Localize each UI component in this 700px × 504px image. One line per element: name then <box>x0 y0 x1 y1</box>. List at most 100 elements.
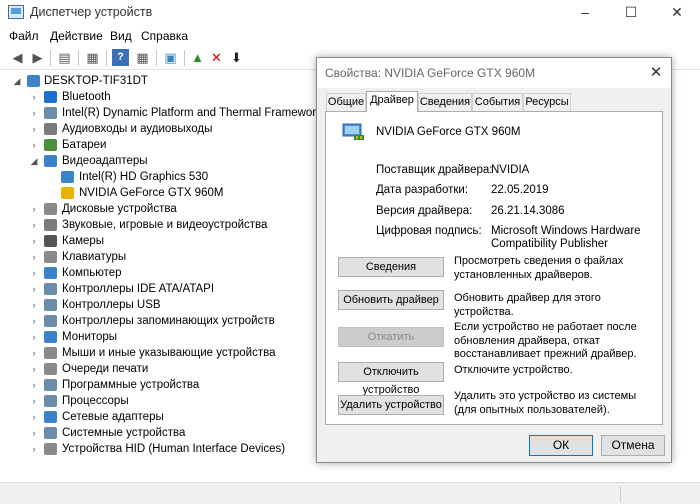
disable-device-description: Отключите устройство. <box>454 364 573 376</box>
expand-arrow-icon[interactable]: › <box>29 345 39 361</box>
help-icon[interactable]: ? <box>112 49 129 66</box>
tree-item[interactable]: ◢ Видеоадаптеры <box>0 153 320 169</box>
collapse-arrow-icon[interactable]: ◢ <box>12 73 22 89</box>
tree-item-label: Сетевые адаптеры <box>62 411 164 423</box>
tree-item[interactable]: › Компьютер <box>0 265 320 281</box>
tree-item-label: Программные устройства <box>62 379 200 391</box>
expand-arrow-icon[interactable]: › <box>29 121 39 137</box>
back-icon[interactable]: ◀ <box>9 49 26 66</box>
expand-arrow-icon[interactable]: › <box>29 105 39 121</box>
tree-item-label: Видеоадаптеры <box>62 155 148 167</box>
display-adapter-icon <box>342 123 364 140</box>
device-tree: ◢ DESKTOP-TIF31DT › Bluetooth › Intel(R) Dy… <box>0 71 322 461</box>
properties-icon[interactable]: ▦ <box>84 49 101 66</box>
tree-item[interactable]: › Intel(R) Dynamic Platform and Thermal F… <box>0 105 322 121</box>
scan-hardware-icon[interactable]: ▣ <box>162 49 179 66</box>
expand-arrow-icon[interactable]: › <box>29 329 39 345</box>
uninstall-device-button[interactable]: Удалить устройство <box>338 395 444 415</box>
device-category-icon <box>44 155 57 167</box>
driver-provider-label: Поставщик драйвера: <box>376 164 493 176</box>
driver-details-button[interactable]: Сведения <box>338 257 444 277</box>
tree-item[interactable]: › Сетевые адаптеры <box>0 409 320 425</box>
expand-arrow-icon[interactable]: › <box>29 137 39 153</box>
device-category-icon <box>44 123 57 135</box>
tree-item[interactable]: › Устройства HID (Human Interface Devices… <box>0 441 320 457</box>
expand-arrow-icon[interactable]: › <box>29 265 39 281</box>
tab-driver[interactable]: Драйвер <box>366 91 418 112</box>
roll-back-driver-button[interactable]: Откатить <box>338 327 444 347</box>
tree-item[interactable]: › Аудиовходы и аудиовыходы <box>0 121 320 137</box>
tree-item[interactable]: › Контроллеры IDE ATA/ATAPI <box>0 281 320 297</box>
toolbar-separator <box>78 50 79 66</box>
expand-arrow-icon[interactable]: › <box>29 201 39 217</box>
tree-item[interactable]: › Камеры <box>0 233 320 249</box>
menu-view[interactable]: Вид <box>110 29 132 43</box>
expand-arrow-icon[interactable]: › <box>29 249 39 265</box>
status-separator <box>620 486 621 502</box>
tree-root[interactable]: ◢ DESKTOP-TIF31DT <box>0 73 320 89</box>
tree-item[interactable]: › Системные устройства <box>0 425 320 441</box>
disable-device-button[interactable]: Отключить устройство <box>338 362 444 396</box>
expand-arrow-icon[interactable]: › <box>29 377 39 393</box>
update-driver-button[interactable]: Обновить драйвер <box>338 290 444 310</box>
tab-resources[interactable]: Ресурсы <box>523 93 571 111</box>
expand-arrow-icon[interactable]: › <box>29 281 39 297</box>
tree-item[interactable]: › Клавиатуры <box>0 249 320 265</box>
cancel-button[interactable]: Отмена <box>601 435 665 456</box>
tree-item[interactable]: › Программные устройства <box>0 377 320 393</box>
forward-icon[interactable]: ▶ <box>29 49 46 66</box>
tree-item[interactable]: Intel(R) HD Graphics 530 <box>0 169 320 185</box>
menu-help[interactable]: Справка <box>141 29 188 43</box>
tree-item[interactable]: › Контроллеры USB <box>0 297 320 313</box>
install-icon[interactable]: ⬇ <box>228 49 245 66</box>
device-category-icon <box>44 299 57 311</box>
tree-item-label: Камеры <box>62 235 105 247</box>
show-hide-tree-icon[interactable]: ▤ <box>56 49 73 66</box>
expand-arrow-icon[interactable]: › <box>29 425 39 441</box>
expand-arrow-icon[interactable]: › <box>29 233 39 249</box>
device-category-icon <box>44 395 57 407</box>
tree-item[interactable]: › Дисковые устройства <box>0 201 320 217</box>
device-name: NVIDIA GeForce GTX 960M <box>376 126 521 138</box>
tab-events[interactable]: События <box>472 93 523 111</box>
device-category-icon <box>44 267 57 279</box>
tree-item[interactable]: › Процессоры <box>0 393 320 409</box>
tab-details[interactable]: Сведения <box>418 93 472 111</box>
maximize-button[interactable]: ☐ <box>608 0 654 26</box>
minimize-button[interactable]: – <box>562 0 608 26</box>
tree-item[interactable]: › Bluetooth <box>0 89 320 105</box>
tree-item-label: Bluetooth <box>62 91 111 103</box>
device-category-icon <box>44 363 57 375</box>
expand-arrow-icon[interactable]: › <box>29 313 39 329</box>
view-icon[interactable]: ▦ <box>134 49 151 66</box>
expand-arrow-icon[interactable]: › <box>29 361 39 377</box>
menu-bar: Файл Действие Вид Справка <box>0 26 700 46</box>
tree-item[interactable]: › Контроллеры запоминающих устройств <box>0 313 320 329</box>
expand-arrow-icon[interactable]: › <box>29 297 39 313</box>
tree-item[interactable]: NVIDIA GeForce GTX 960M <box>0 185 320 201</box>
tree-item[interactable]: › Очереди печати <box>0 361 320 377</box>
driver-provider-value: NVIDIA <box>491 164 530 176</box>
uninstall-device-icon[interactable]: ✕ <box>208 49 225 66</box>
expand-arrow-icon[interactable]: › <box>29 409 39 425</box>
tab-general[interactable]: Общие <box>326 93 366 111</box>
tree-item[interactable]: › Батареи <box>0 137 320 153</box>
device-category-icon <box>44 427 57 439</box>
ok-button[interactable]: ОК <box>529 435 593 456</box>
update-driver-icon[interactable]: ▲ <box>189 49 206 66</box>
tree-item[interactable]: › Звуковые, игровые и видеоустройства <box>0 217 320 233</box>
expand-arrow-icon[interactable]: › <box>29 217 39 233</box>
dialog-close-icon[interactable]: ✕ <box>647 63 665 81</box>
tree-item[interactable]: › Мониторы <box>0 329 320 345</box>
tree-item[interactable]: › Мыши и иные указывающие устройства <box>0 345 320 361</box>
menu-file[interactable]: Файл <box>9 29 39 43</box>
expand-arrow-icon[interactable]: › <box>29 441 39 457</box>
device-manager-icon <box>8 5 24 19</box>
expand-arrow-icon[interactable]: › <box>29 393 39 409</box>
collapse-arrow-icon[interactable]: ◢ <box>29 153 39 169</box>
device-category-icon <box>44 331 57 343</box>
menu-action[interactable]: Действие <box>50 29 103 43</box>
close-button[interactable]: ✕ <box>654 0 700 26</box>
digital-signer-value: Microsoft Windows Hardware Compatibility… <box>491 225 641 250</box>
expand-arrow-icon[interactable]: › <box>29 89 39 105</box>
